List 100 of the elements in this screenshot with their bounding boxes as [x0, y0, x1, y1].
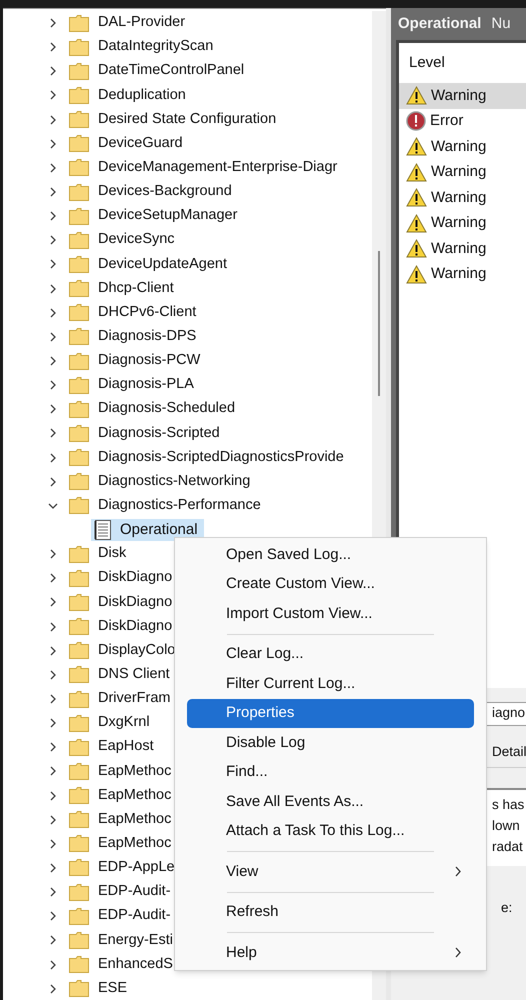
event-row[interactable]: Error	[399, 108, 526, 134]
menu-item[interactable]: Clear Log...	[187, 640, 474, 669]
chevron-right-icon[interactable]	[48, 984, 58, 994]
chevron-right-icon[interactable]	[48, 235, 58, 246]
menu-item[interactable]: Properties	[187, 698, 474, 728]
tree-item[interactable]: DiskDiagno	[98, 616, 172, 638]
tree-item[interactable]: DHCPv6-Client	[98, 302, 196, 324]
tree-item[interactable]: Diagnosis-PLA	[98, 374, 194, 396]
chevron-right-icon[interactable]	[48, 838, 58, 849]
tree-item[interactable]: Diagnostics-Networking	[98, 470, 250, 493]
chevron-right-icon[interactable]	[48, 766, 58, 776]
tree-item[interactable]: DisplayColo	[98, 640, 176, 662]
tree-item[interactable]: DeviceManagement-Enterprise-Diagr	[98, 157, 338, 179]
chevron-right-icon[interactable]	[48, 935, 58, 946]
menu-item[interactable]: Open Saved Log...	[187, 540, 474, 570]
chevron-right-icon[interactable]	[48, 138, 58, 149]
tree-item[interactable]: ESE	[98, 978, 128, 1000]
tree-item[interactable]: Desired State Configuration	[98, 108, 276, 130]
tree-item[interactable]: Dhcp-Client	[98, 278, 174, 300]
chevron-right-icon[interactable]	[48, 404, 58, 414]
tree-item[interactable]: Devices-Background	[98, 181, 232, 203]
column-heading[interactable]: Level	[399, 43, 526, 83]
tree-item[interactable]: DeviceGuard	[98, 132, 183, 155]
chevron-right-icon[interactable]	[48, 284, 58, 294]
tree-item[interactable]: EapMethoc	[98, 784, 172, 806]
folder-icon	[69, 86, 89, 104]
chevron-right-icon[interactable]	[48, 911, 58, 922]
tree-item[interactable]: EapMethoc	[98, 808, 172, 831]
menu-item[interactable]: Import Custom View...	[187, 599, 474, 628]
menu-item[interactable]: Disable Log	[187, 728, 474, 758]
tree-item[interactable]: Diagnosis-Scripted	[98, 422, 220, 444]
chevron-right-icon[interactable]	[48, 814, 58, 825]
chevron-right-icon[interactable]	[48, 259, 58, 270]
chevron-right-icon[interactable]	[48, 42, 58, 52]
folder-icon	[69, 884, 89, 901]
chevron-right-icon[interactable]	[48, 790, 58, 801]
tree-item[interactable]: EDP-AppLe	[98, 857, 175, 879]
tree-item[interactable]: DeviceSync	[98, 229, 175, 252]
menu-item[interactable]: View	[187, 857, 474, 886]
tree-item[interactable]: DeviceSetupManager	[98, 205, 238, 228]
tree-item[interactable]: DAL-Provider	[98, 12, 186, 34]
tree-item[interactable]: Energy-Esti	[98, 930, 173, 952]
chevron-right-icon[interactable]	[48, 428, 58, 438]
tree-item[interactable]: DriverFram	[98, 688, 170, 710]
event-row[interactable]: Warning	[399, 83, 526, 108]
tree-item[interactable]: DataIntegrityScan	[98, 36, 214, 58]
chevron-right-icon[interactable]	[48, 356, 58, 366]
chevron-right-icon[interactable]	[48, 597, 58, 608]
chevron-right-icon[interactable]	[48, 380, 58, 390]
tree-item[interactable]: DxgKrnl	[98, 712, 150, 734]
chevron-right-icon[interactable]	[48, 90, 58, 100]
chevron-right-icon[interactable]	[48, 573, 58, 584]
menu-item[interactable]: Help	[187, 938, 474, 968]
chevron-right-icon[interactable]	[48, 187, 58, 198]
tree-item[interactable]: Operational	[91, 519, 204, 542]
tree-item[interactable]: DNS Client	[98, 664, 170, 686]
tree-item[interactable]: DiskDiagno	[98, 567, 172, 590]
chevron-down-icon[interactable]	[48, 500, 58, 511]
tree-item[interactable]: Diagnosis-DPS	[98, 326, 196, 348]
tree-item[interactable]: EDP-Audit-	[98, 881, 171, 903]
tree-item[interactable]: DiskDiagno	[98, 592, 172, 614]
chevron-right-icon[interactable]	[48, 162, 58, 173]
tree-item[interactable]: EapHost	[98, 736, 154, 758]
chevron-right-icon[interactable]	[48, 452, 58, 463]
chevron-right-icon[interactable]	[48, 862, 58, 873]
chevron-right-icon[interactable]	[48, 670, 58, 680]
tree-item[interactable]: Deduplication	[98, 84, 186, 106]
chevron-right-icon[interactable]	[48, 18, 58, 28]
menu-item[interactable]: Refresh	[187, 898, 474, 927]
menu-item[interactable]: Attach a Task To this Log...	[187, 816, 474, 846]
chevron-right-icon[interactable]	[48, 646, 58, 656]
menu-item[interactable]: Save All Events As...	[187, 787, 474, 816]
tree-item[interactable]: DeviceUpdateAgent	[98, 254, 227, 276]
menu-item[interactable]: Create Custom View...	[187, 570, 474, 599]
tree-item[interactable]: EapMethoc	[98, 832, 172, 855]
menu-item[interactable]: Find...	[187, 758, 474, 787]
chevron-right-icon[interactable]	[48, 332, 58, 342]
chevron-right-icon[interactable]	[48, 66, 58, 76]
warning-icon	[406, 214, 427, 233]
tree-item[interactable]: Diagnosis-ScriptedDiagnosticsProvide	[98, 446, 344, 468]
tree-item[interactable]: Diagnosis-PCW	[98, 350, 200, 372]
chevron-right-icon[interactable]	[48, 622, 58, 632]
tree-item[interactable]: Diagnosis-Scheduled	[98, 398, 236, 420]
tree-item[interactable]: EnhancedS	[98, 954, 173, 976]
tree-item[interactable]: EDP-Audit-	[98, 905, 171, 928]
chevron-right-icon[interactable]	[48, 887, 58, 898]
tree-item[interactable]: Diagnostics-Performance	[98, 495, 261, 517]
chevron-right-icon[interactable]	[48, 549, 58, 560]
chevron-right-icon[interactable]	[48, 718, 58, 728]
chevron-right-icon[interactable]	[48, 114, 58, 125]
chevron-right-icon[interactable]	[48, 211, 58, 222]
tree-item[interactable]: EapMethoc	[98, 760, 172, 782]
menu-item[interactable]: Filter Current Log...	[187, 669, 474, 698]
chevron-right-icon[interactable]	[48, 694, 58, 704]
chevron-right-icon[interactable]	[48, 308, 58, 318]
tree-item[interactable]: DateTimeControlPanel	[98, 60, 244, 82]
chevron-right-icon[interactable]	[48, 960, 58, 970]
chevron-right-icon[interactable]	[48, 742, 58, 752]
chevron-right-icon[interactable]	[48, 476, 58, 487]
tree-item[interactable]: Disk	[98, 543, 126, 566]
